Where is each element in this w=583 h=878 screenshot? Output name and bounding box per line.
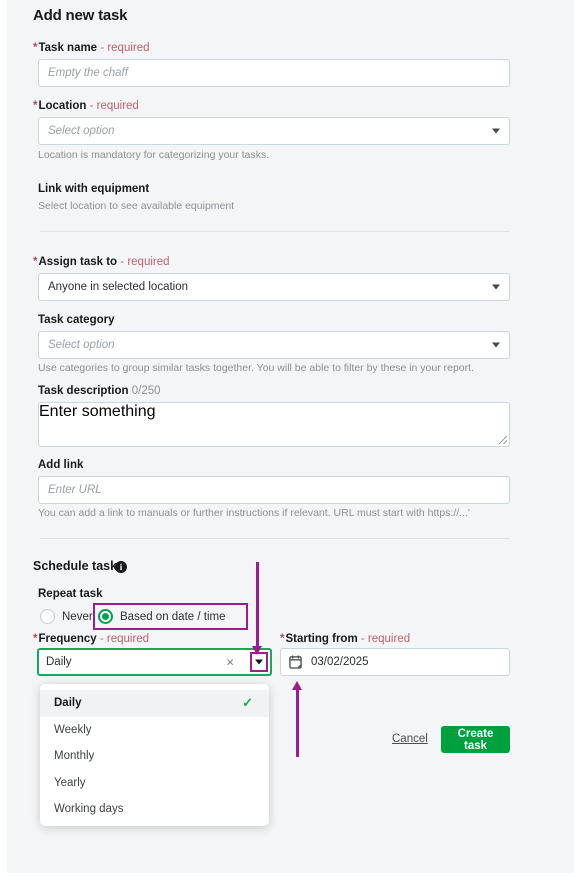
link-equipment-help: Select location to see available equipme…: [38, 200, 235, 212]
arrow-head-icon: [252, 646, 262, 655]
task-category-placeholder: Select option: [48, 339, 115, 351]
clear-icon[interactable]: ×: [226, 656, 234, 669]
task-category-help: Use categories to group similar tasks to…: [38, 362, 474, 374]
location-label: *Location - required: [33, 100, 139, 112]
calendar-icon: [289, 655, 302, 669]
menu-item-label: Daily: [54, 697, 82, 709]
task-name-label: *Task name - required: [33, 42, 150, 54]
task-description-placeholder: Enter something: [39, 403, 156, 420]
required-text: - required: [100, 42, 150, 54]
required-text: - required: [99, 633, 150, 645]
schedule-task-heading: Schedule task: [33, 559, 118, 573]
menu-item-monthly[interactable]: Monthly: [40, 743, 269, 770]
location-placeholder: Select option: [48, 125, 115, 137]
chevron-down-icon: [492, 342, 500, 348]
add-link-placeholder: Enter URL: [48, 484, 102, 496]
chevron-down-icon: [492, 128, 500, 134]
arrow-shaft: [256, 562, 259, 646]
menu-item-yearly[interactable]: Yearly: [40, 770, 269, 797]
required-asterisk: *: [33, 633, 38, 645]
required-asterisk: *: [33, 100, 38, 112]
link-equipment-label: Link with equipment: [38, 183, 150, 195]
task-category-label: Task category: [38, 314, 115, 326]
frequency-label: *Frequency - required: [33, 633, 150, 645]
assign-task-value: Anyone in selected location: [48, 281, 189, 293]
required-asterisk: *: [33, 256, 38, 268]
starting-from-value: 03/02/2025: [311, 656, 369, 668]
task-category-select[interactable]: Select option: [38, 331, 510, 359]
arrow-head-icon: [292, 681, 302, 690]
info-icon[interactable]: i: [115, 561, 127, 573]
menu-item-daily[interactable]: Daily ✓: [40, 690, 269, 717]
frequency-dropdown-menu[interactable]: Daily ✓ Weekly Monthly Yearly Working da…: [40, 684, 269, 826]
frequency-combobox[interactable]: Daily ×: [37, 648, 272, 676]
divider: [40, 538, 510, 539]
required-text: - required: [360, 633, 411, 645]
task-form-page: Add new task *Task name - required Empty…: [0, 0, 583, 878]
radio-never[interactable]: [40, 609, 55, 624]
task-description-counter: 0/250: [131, 385, 161, 397]
arrow-shaft: [296, 690, 299, 757]
task-description-label: Task description 0/250: [38, 385, 161, 397]
assign-task-select[interactable]: Anyone in selected location: [38, 273, 510, 301]
required-asterisk: *: [33, 42, 38, 54]
resize-handle-icon[interactable]: [499, 436, 507, 444]
required-asterisk: *: [280, 633, 285, 645]
menu-item-label: Yearly: [54, 776, 86, 789]
radio-based-on-date-time-label: Based on date / time: [120, 611, 226, 623]
chevron-down-icon: [492, 284, 500, 290]
menu-item-label: Weekly: [54, 723, 92, 736]
starting-from-date-input[interactable]: 03/02/2025: [280, 648, 510, 676]
radio-based-on-date-time[interactable]: [98, 609, 113, 624]
task-name-input[interactable]: Empty the chaff: [38, 59, 510, 87]
task-description-textarea[interactable]: Enter something: [38, 402, 510, 447]
task-name-placeholder: Empty the chaff: [48, 67, 128, 79]
required-text: - required: [120, 256, 170, 268]
create-task-button[interactable]: Create task: [441, 726, 510, 753]
add-link-help: You can add a link to manuals or further…: [38, 507, 470, 519]
menu-item-working-days[interactable]: Working days: [40, 796, 269, 823]
frequency-value: Daily: [46, 656, 72, 668]
location-select[interactable]: Select option: [38, 117, 510, 145]
radio-dot-icon: [102, 613, 109, 620]
chevron-down-icon: [255, 659, 263, 665]
assign-task-label: *Assign task to - required: [33, 256, 170, 268]
check-icon: ✓: [242, 695, 253, 710]
location-help: Location is mandatory for categorizing y…: [38, 149, 270, 161]
radio-never-label: Never: [62, 611, 93, 623]
cancel-button[interactable]: Cancel: [392, 733, 428, 745]
repeat-task-label: Repeat task: [38, 588, 103, 600]
page-title: Add new task: [33, 7, 128, 24]
divider: [40, 231, 510, 232]
starting-from-label: *Starting from - required: [280, 633, 411, 645]
menu-item-label: Working days: [54, 803, 124, 815]
add-link-input[interactable]: Enter URL: [38, 476, 510, 504]
frequency-dropdown-toggle[interactable]: [250, 652, 268, 672]
menu-item-weekly[interactable]: Weekly: [40, 717, 269, 744]
required-text: - required: [89, 100, 139, 112]
menu-item-label: Monthly: [54, 750, 95, 762]
add-link-label: Add link: [38, 459, 84, 471]
